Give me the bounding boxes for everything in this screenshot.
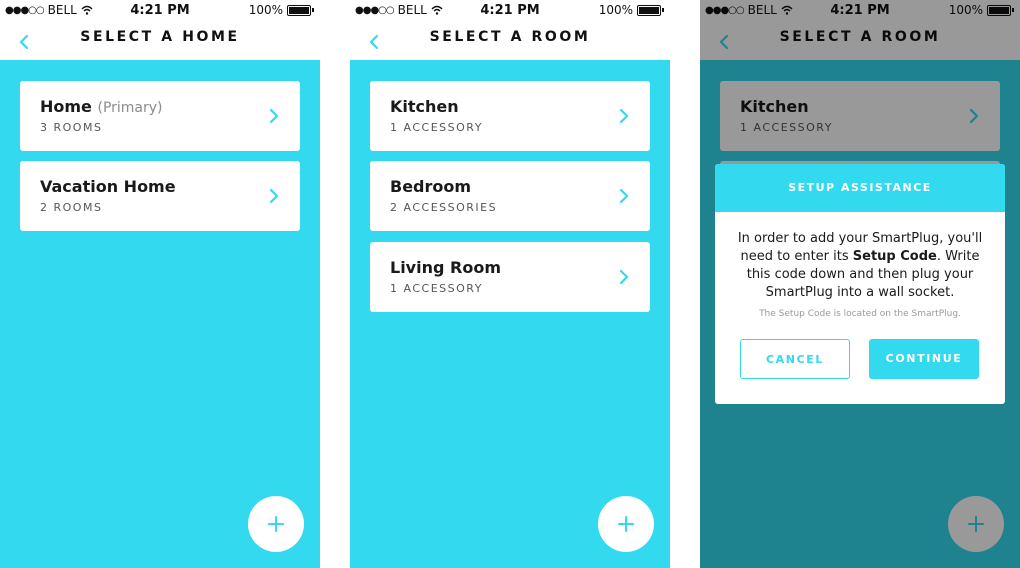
room-item-living-room[interactable]: Living Room 1 ACCESSORY — [370, 242, 650, 312]
home-name: Home — [40, 97, 92, 116]
room-item-bedroom[interactable]: Bedroom 2 ACCESSORIES — [370, 161, 650, 231]
cancel-button[interactable]: CANCEL — [740, 339, 850, 379]
room-name: Kitchen — [390, 97, 459, 116]
add-button[interactable] — [248, 496, 304, 552]
phone-screen-select-room: ●●●○○ BELL 4:21 PM 100% SELECT A ROOM Ki… — [350, 0, 670, 568]
room-accessory-count: 2 ACCESSORIES — [390, 201, 498, 214]
room-item-kitchen[interactable]: Kitchen 1 ACCESSORY — [370, 81, 650, 151]
status-bar: ●●●○○ BELL 4:21 PM 100% — [0, 0, 320, 22]
dialog-message: In order to add your SmartPlug, you'll n… — [737, 231, 983, 300]
dialog-note: The Setup Code is located on the SmartPl… — [759, 309, 961, 319]
room-name: Living Room — [390, 258, 501, 277]
page-title: SELECT A HOME — [80, 29, 240, 45]
home-room-count: 3 ROOMS — [40, 121, 103, 134]
setup-code-emphasis: Setup Code — [852, 249, 937, 264]
battery-icon — [637, 4, 661, 16]
status-bar: ●●●○○ BELL 4:21 PM 100% — [350, 0, 670, 22]
room-name: Bedroom — [390, 177, 472, 196]
home-primary-tag: (Primary) — [97, 100, 163, 116]
chevron-right-icon — [269, 188, 279, 204]
battery-icon — [287, 4, 311, 16]
continue-button[interactable]: CONTINUE — [869, 339, 979, 379]
plus-icon — [268, 516, 284, 532]
home-item-home[interactable]: Home (Primary) 3 ROOMS — [20, 81, 300, 151]
setup-assistance-dialog: SETUP ASSISTANCE In order to add your Sm… — [715, 164, 1005, 404]
room-accessory-count: 1 ACCESSORY — [390, 121, 483, 134]
battery-percent: 100% — [598, 3, 633, 17]
home-room-count: 2 ROOMS — [40, 201, 103, 214]
chevron-right-icon — [269, 108, 279, 124]
chevron-right-icon — [619, 108, 629, 124]
add-button[interactable] — [598, 496, 654, 552]
home-item-vacation-home[interactable]: Vacation Home 2 ROOMS — [20, 161, 300, 231]
nav-bar: SELECT A ROOM — [350, 22, 670, 60]
plus-icon — [618, 516, 634, 532]
nav-bar: SELECT A HOME — [0, 22, 320, 60]
dialog-title: SETUP ASSISTANCE — [715, 164, 1005, 212]
battery-percent: 100% — [248, 3, 283, 17]
room-accessory-count: 1 ACCESSORY — [390, 282, 483, 295]
chevron-right-icon — [619, 188, 629, 204]
chevron-right-icon — [619, 269, 629, 285]
phone-screen-select-home: ●●●○○ BELL 4:21 PM 100% SELECT A HOME Ho… — [0, 0, 320, 568]
home-name: Vacation Home — [40, 177, 176, 196]
page-title: SELECT A ROOM — [429, 29, 591, 45]
phone-screen-setup-assistance: ●●●○○ BELL 4:21 PM 100% SELECT A ROOM Ki… — [700, 0, 1020, 568]
